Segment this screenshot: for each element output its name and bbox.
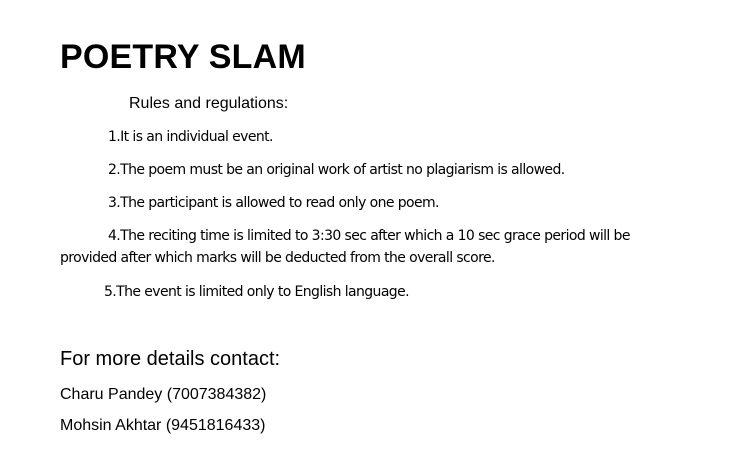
contact-heading: For more details contact: bbox=[60, 348, 281, 370]
rule-item: 5.The event is limited only to English l… bbox=[104, 284, 410, 300]
contact-line: Mohsin Akhtar (9451816433) bbox=[60, 417, 266, 434]
document-page: POETRY SLAM Rules and regulations: 1.It … bbox=[0, 0, 737, 459]
rule-item: 4.The reciting time is limited to 3:30 s… bbox=[60, 228, 630, 266]
rules-subtitle: Rules and regulations: bbox=[129, 95, 289, 112]
rule-item: 3.The participant is allowed to read onl… bbox=[108, 195, 439, 211]
page-title: POETRY SLAM bbox=[60, 38, 306, 76]
contact-line: Charu Pandey (7007384382) bbox=[60, 386, 267, 403]
rule-item: 1.It is an individual event. bbox=[108, 129, 273, 145]
rule-item: 2.The poem must be an original work of a… bbox=[108, 162, 565, 178]
